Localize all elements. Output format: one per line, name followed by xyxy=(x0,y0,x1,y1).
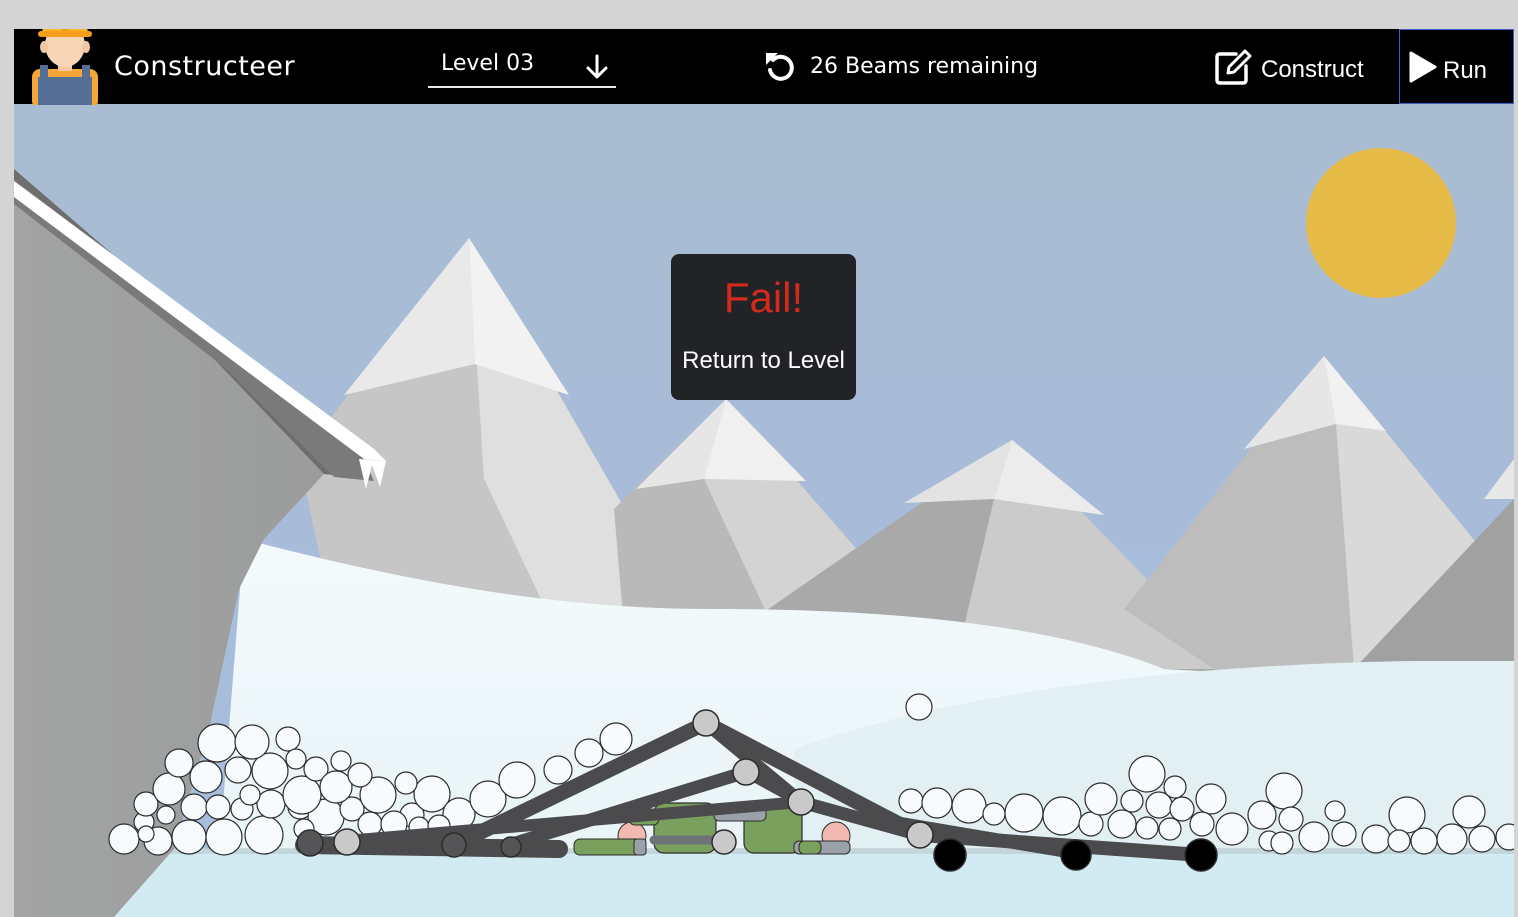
edit-icon xyxy=(1215,49,1252,85)
fail-title: Fail! xyxy=(723,274,804,321)
game-window: Constructeer Level 03 26 Beams remaining… xyxy=(14,29,1514,917)
undo-icon[interactable] xyxy=(764,49,796,83)
return-to-level-button[interactable]: Return to Level xyxy=(671,347,856,375)
play-icon xyxy=(1409,51,1437,83)
app-title: Constructeer xyxy=(114,51,296,82)
construct-label: Construct xyxy=(1261,56,1364,83)
beams-remaining-text: 26 Beams remaining xyxy=(810,54,1039,79)
run-label: Run xyxy=(1443,57,1488,84)
fail-dialog: Fail! Return to Level xyxy=(671,254,856,400)
construct-button[interactable]: Construct xyxy=(1210,47,1380,87)
avatar-icon xyxy=(32,29,98,105)
chevron-down-icon xyxy=(586,54,608,79)
sun xyxy=(1306,148,1456,298)
level-select[interactable]: Level 03 xyxy=(428,48,616,88)
game-scene xyxy=(14,29,1514,917)
level-select-label: Level 03 xyxy=(441,51,535,76)
top-bar: Constructeer Level 03 26 Beams remaining… xyxy=(14,29,1514,105)
ground xyxy=(94,849,1514,917)
run-button[interactable]: Run xyxy=(1399,29,1514,104)
